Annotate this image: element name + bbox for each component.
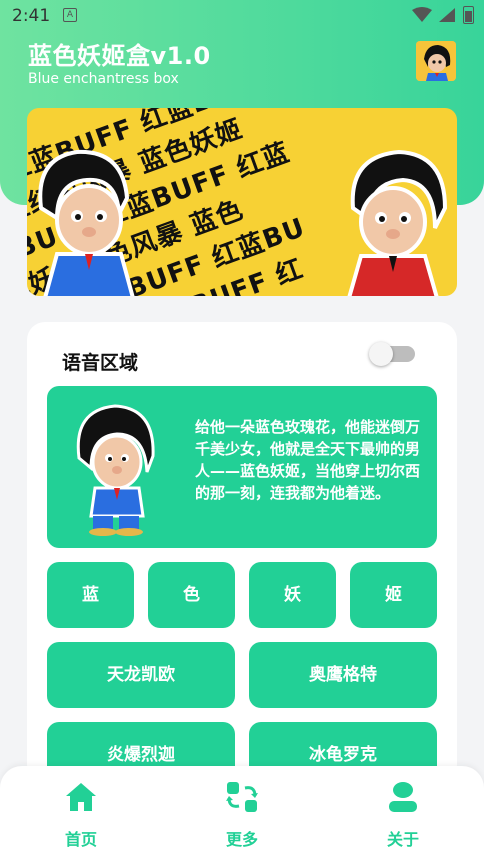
voice-section-card: 语音区域 给他一朵蓝色玫瑰花，他能迷倒万千美少女，他就是全天下最帅的男人——蓝色… — [27, 322, 457, 788]
nav-more-label: 更多 — [225, 830, 258, 849]
blue-character-illustration — [38, 149, 135, 296]
user-icon — [389, 782, 417, 812]
cartoon-avatar-icon — [416, 41, 456, 81]
intro-text: 给他一朵蓝色玫瑰花，他能迷倒万千美少女，他就是全天下最帅的男人——蓝色妖姬，当他… — [195, 418, 421, 502]
voice-section-title: 语音区域 — [62, 352, 139, 374]
signal-icon — [439, 8, 455, 22]
red-character-illustration — [347, 149, 448, 296]
wifi-icon — [412, 7, 432, 22]
refresh-icon — [226, 782, 258, 812]
voice-button[interactable]: 蓝 — [47, 562, 134, 628]
voice-button[interactable]: 姬 — [350, 562, 437, 628]
status-bar: 2:41 A — [0, 0, 484, 32]
nav-home[interactable]: 首页 — [36, 780, 126, 850]
app-title: 蓝色妖姬盒v1.0 — [28, 42, 211, 70]
app-subtitle: Blue enchantress box — [28, 71, 179, 87]
banner-image[interactable]: UFF 红蓝BUFF 红蓝BUFF 色妖姬红色风暴 蓝色妖姬 红蓝BUFF 红蓝… — [27, 108, 457, 296]
voice-button[interactable]: 天龙凯欧 — [47, 642, 235, 708]
toggle-knob — [369, 342, 393, 366]
voice-toggle[interactable] — [369, 342, 415, 366]
notification-app-icon: A — [63, 8, 77, 22]
voice-button[interactable]: 色 — [148, 562, 235, 628]
nav-more[interactable]: 更多 — [197, 780, 287, 850]
voice-button[interactable]: 妖 — [249, 562, 336, 628]
status-time: 2:41 — [12, 6, 51, 26]
character-illustration — [76, 404, 155, 536]
bottom-navigation: 首页 更多 关于 — [0, 766, 484, 860]
avatar[interactable] — [416, 41, 456, 81]
home-icon — [66, 783, 96, 811]
nav-about-label: 关于 — [386, 830, 419, 849]
voice-button[interactable]: 奥鹰格特 — [249, 642, 437, 708]
nav-about[interactable]: 关于 — [358, 780, 448, 850]
intro-panel: 给他一朵蓝色玫瑰花，他能迷倒万千美少女，他就是全天下最帅的男人——蓝色妖姬，当他… — [47, 386, 437, 548]
battery-icon — [463, 6, 474, 24]
nav-home-label: 首页 — [64, 830, 97, 849]
